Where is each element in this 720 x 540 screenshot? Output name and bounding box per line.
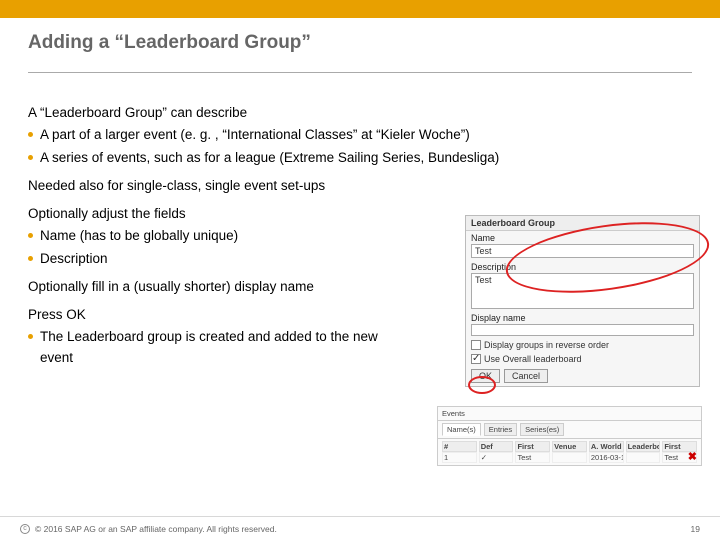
name-input[interactable]: Test: [471, 244, 694, 258]
table-row: 1 ✓ Test 2016-03-14 – 2016-0… Test: [442, 452, 697, 463]
bullet-item: Name (has to be globally unique): [28, 226, 388, 246]
displayname-label: Display name: [471, 313, 694, 323]
delete-icon[interactable]: ✖: [688, 450, 697, 463]
events-header: Events: [438, 407, 701, 421]
cancel-button[interactable]: Cancel: [504, 369, 548, 383]
events-tabs: Name(s) Entries Series(es): [438, 421, 701, 439]
col: A. World Ct.: [589, 441, 624, 452]
bullet-text: Name (has to be globally unique): [40, 226, 238, 246]
dialog-title: Leaderboard Group: [466, 216, 699, 231]
tab-names[interactable]: Name(s): [442, 423, 481, 436]
overall-leaderboard-checkbox[interactable]: [471, 354, 481, 364]
description-input[interactable]: Test: [471, 273, 694, 309]
bullet-icon: [28, 233, 33, 238]
table-header: # Def First Venue A. World Ct. Leaderboa…: [442, 441, 697, 452]
bullet-icon: [28, 256, 33, 261]
col: First: [515, 441, 550, 452]
bullet-item: A series of events, such as for a league…: [28, 148, 692, 168]
copyright-icon: c: [20, 524, 30, 534]
bullet-icon: [28, 334, 33, 339]
bullet-item: Description: [28, 249, 388, 269]
cell: 1: [442, 452, 477, 463]
bullet-icon: [28, 155, 33, 160]
bullet-text: A series of events, such as for a league…: [40, 148, 499, 168]
displayname-line: Optionally fill in a (usually shorter) d…: [28, 277, 388, 297]
tab-series[interactable]: Series(es): [520, 423, 564, 436]
needed-line: Needed also for single-class, single eve…: [28, 176, 692, 196]
events-panel: Events Name(s) Entries Series(es) # Def …: [437, 406, 702, 466]
brand-top-bar: [0, 0, 720, 18]
reverse-order-checkbox[interactable]: [471, 340, 481, 350]
adjust-line: Optionally adjust the fields: [28, 204, 388, 224]
col: Def: [479, 441, 514, 452]
bullet-text: Description: [40, 249, 108, 269]
copyright-text: © 2016 SAP AG or an SAP affiliate compan…: [35, 524, 277, 534]
cell: [626, 452, 661, 463]
name-label: Name: [471, 233, 694, 243]
divider: [28, 72, 692, 73]
description-label: Description: [471, 262, 694, 272]
intro-line: A “Leaderboard Group” can describe: [28, 103, 692, 123]
col: Venue: [552, 441, 587, 452]
bullet-text: A part of a larger event (e. g. , “Inter…: [40, 125, 470, 145]
displayname-input[interactable]: [471, 324, 694, 336]
press-ok-line: Press OK: [28, 305, 388, 325]
reverse-order-label: Display groups in reverse order: [484, 340, 609, 350]
page-title: Adding a “Leaderboard Group”: [28, 32, 692, 54]
overall-leaderboard-label: Use Overall leaderboard: [484, 354, 582, 364]
col: #: [442, 441, 477, 452]
bullet-text: The Leaderboard group is created and add…: [40, 327, 388, 368]
ok-button[interactable]: OK: [471, 369, 500, 383]
bullet-item: A part of a larger event (e. g. , “Inter…: [28, 125, 692, 145]
cell: [552, 452, 587, 463]
cell: ✓: [479, 452, 514, 463]
footer: c © 2016 SAP AG or an SAP affiliate comp…: [0, 516, 720, 540]
events-table: # Def First Venue A. World Ct. Leaderboa…: [438, 439, 701, 465]
copyright: c © 2016 SAP AG or an SAP affiliate comp…: [20, 524, 277, 534]
cell: 2016-03-14 – 2016-0…: [589, 452, 624, 463]
col: Leaderboard group: [626, 441, 661, 452]
tab-entries[interactable]: Entries: [484, 423, 517, 436]
bullet-item: The Leaderboard group is created and add…: [28, 327, 388, 368]
page-number: 19: [691, 524, 700, 534]
cell: Test: [515, 452, 550, 463]
leaderboard-group-dialog: Leaderboard Group Name Test Description …: [465, 215, 700, 387]
bullet-icon: [28, 132, 33, 137]
